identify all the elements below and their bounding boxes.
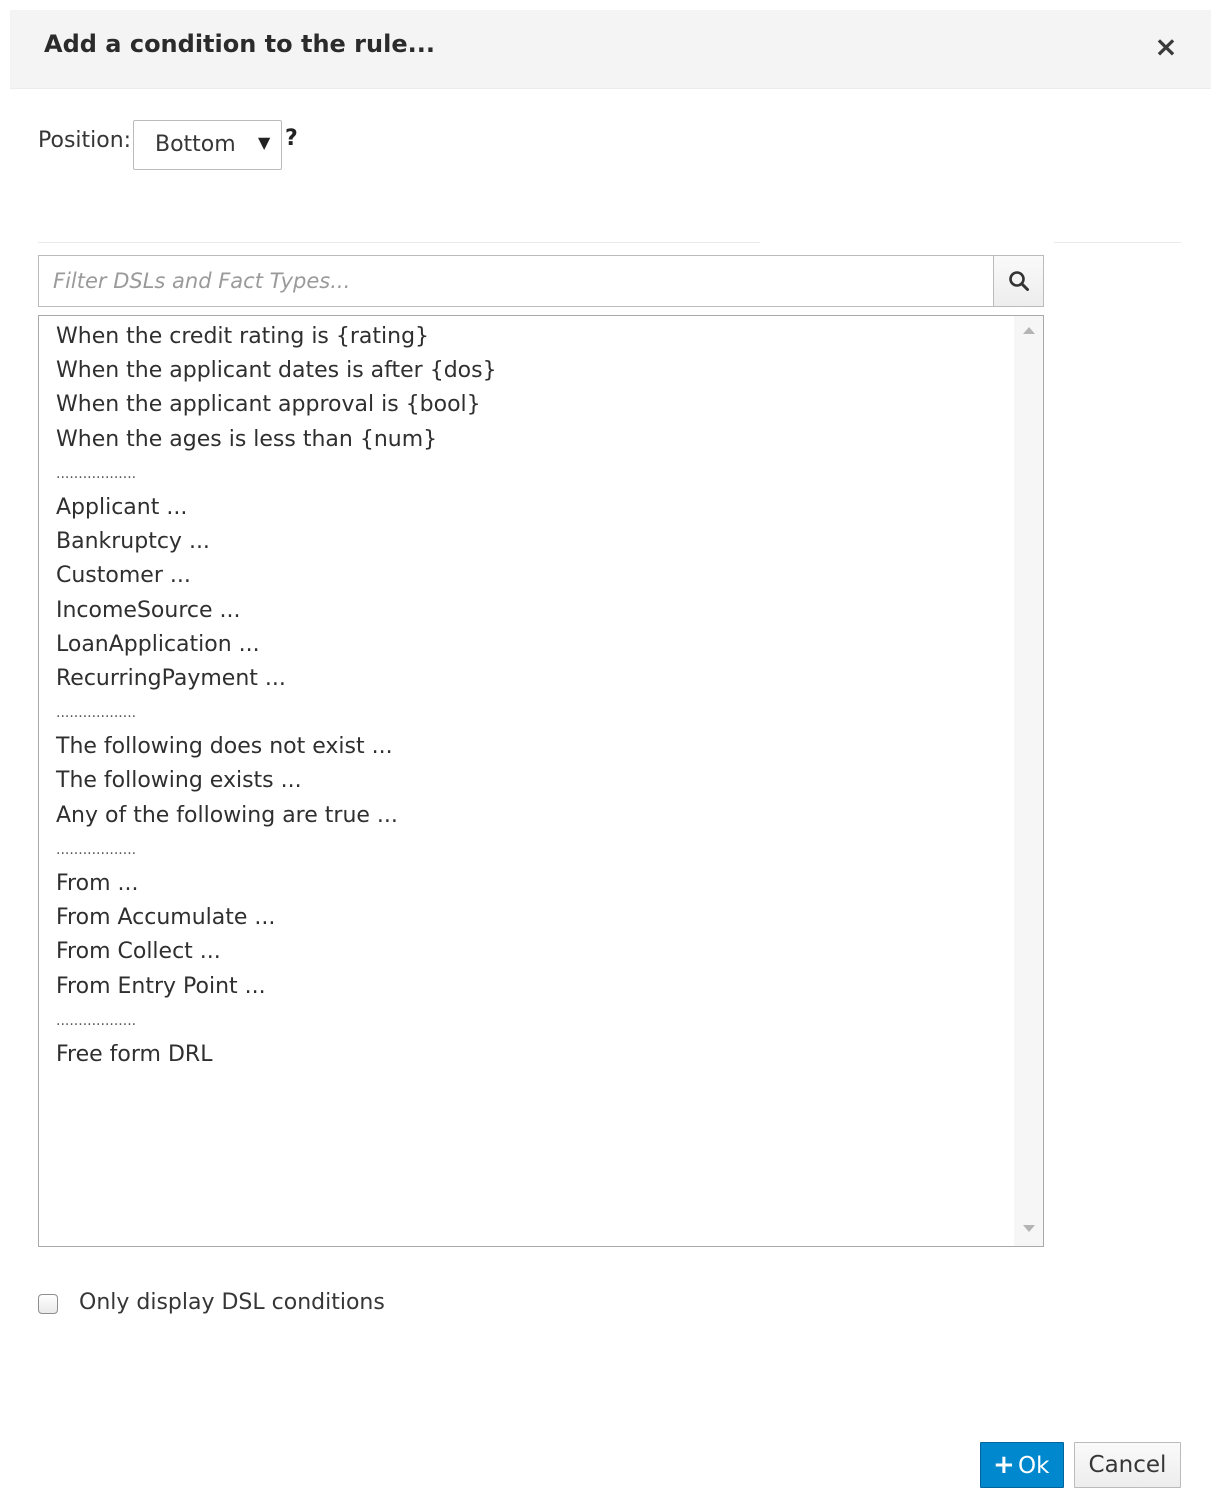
add-condition-dialog: Add a condition to the rule... × Positio… [10, 10, 1211, 1488]
divider [1054, 242, 1181, 243]
dialog-header: Add a condition to the rule... × [10, 10, 1211, 89]
list-item[interactable]: Any of the following are true ... [56, 799, 497, 833]
search-icon [1009, 271, 1029, 291]
scroll-down-icon[interactable] [1023, 1225, 1035, 1232]
dsl-only-label[interactable]: Only display DSL conditions [79, 1290, 385, 1315]
scrollbar[interactable] [1014, 316, 1043, 1246]
list-item[interactable]: Customer ... [56, 559, 497, 593]
dsl-only-checkbox[interactable] [38, 1294, 58, 1314]
condition-listbox[interactable]: When the credit rating is {rating} When … [38, 315, 1044, 1247]
filter-input[interactable] [38, 255, 994, 307]
list-item[interactable]: The following exists ... [56, 764, 497, 798]
list-item[interactable]: From Accumulate ... [56, 901, 497, 935]
scroll-up-icon[interactable] [1023, 327, 1035, 334]
list-item[interactable]: From ... [56, 867, 497, 901]
ok-button-label: Ok [1018, 1453, 1050, 1479]
list-item[interactable]: Free form DRL [56, 1038, 497, 1072]
ok-button[interactable]: + Ok [980, 1442, 1064, 1488]
list-separator[interactable]: .................. [56, 833, 497, 867]
caret-down-icon: ▼ [258, 133, 271, 152]
list-item[interactable]: When the ages is less than {num} [56, 423, 497, 457]
cancel-button[interactable]: Cancel [1074, 1442, 1181, 1488]
plus-icon: + [993, 1450, 1015, 1480]
list-item[interactable]: Applicant ... [56, 491, 497, 525]
list-item[interactable]: RecurringPayment ... [56, 662, 497, 696]
list-item[interactable]: LoanApplication ... [56, 628, 497, 662]
list-item[interactable]: From Collect ... [56, 935, 497, 969]
list-item[interactable]: When the credit rating is {rating} [56, 320, 497, 354]
condition-list: When the credit rating is {rating} When … [56, 320, 497, 1072]
filter-group [38, 255, 1044, 307]
list-item[interactable]: From Entry Point ... [56, 970, 497, 1004]
list-separator[interactable]: .................. [56, 457, 497, 491]
list-separator[interactable]: .................. [56, 1004, 497, 1038]
position-label: Position: [38, 128, 132, 153]
list-item[interactable]: IncomeSource ... [56, 594, 497, 628]
list-item[interactable]: When the applicant dates is after {dos} [56, 354, 497, 388]
help-icon[interactable]: ? [285, 126, 298, 151]
divider [38, 242, 760, 243]
dialog-title: Add a condition to the rule... [44, 30, 435, 58]
search-button[interactable] [993, 255, 1044, 307]
list-separator[interactable]: .................. [56, 696, 497, 730]
list-item[interactable]: Bankruptcy ... [56, 525, 497, 559]
position-select[interactable]: Bottom ▼ [133, 120, 282, 170]
list-item[interactable]: When the applicant approval is {bool} [56, 388, 497, 422]
close-icon[interactable]: × [1154, 32, 1178, 62]
list-item[interactable]: The following does not exist ... [56, 730, 497, 764]
position-select-value: Bottom [155, 132, 236, 157]
